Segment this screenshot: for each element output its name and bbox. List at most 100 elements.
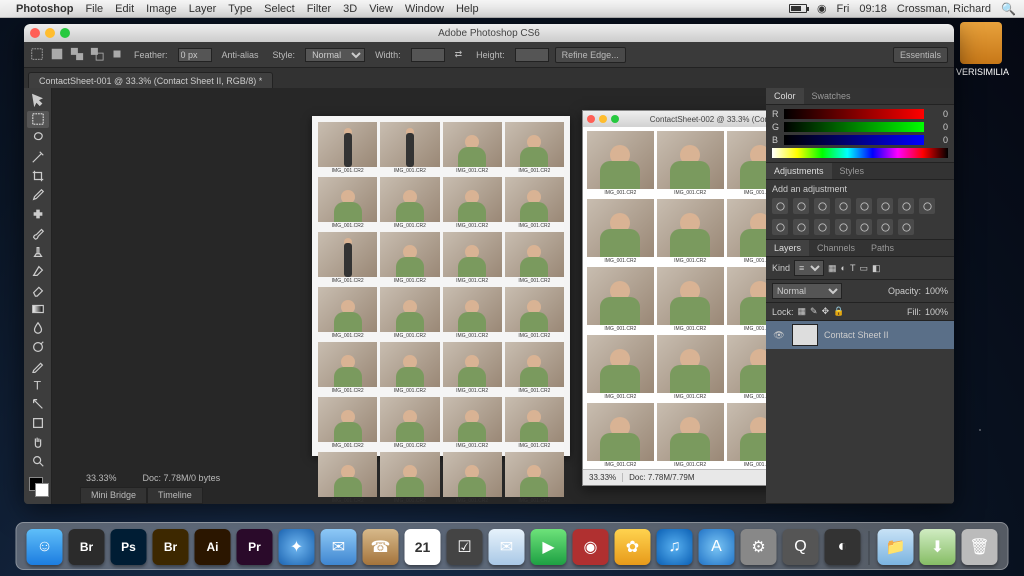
contact-sheet-thumbnail[interactable]: IMG_001.CR2 xyxy=(380,232,439,284)
dock-photoshop-icon[interactable]: Ps xyxy=(111,529,147,565)
height-input[interactable] xyxy=(515,48,549,62)
stamp-tool[interactable] xyxy=(27,244,49,261)
opacity-value[interactable]: 100% xyxy=(925,286,948,296)
adjustment-selective-icon[interactable] xyxy=(898,219,914,235)
brush-tool[interactable] xyxy=(27,225,49,242)
move-tool[interactable] xyxy=(27,92,49,109)
lock-all-icon[interactable]: 🔒 xyxy=(833,306,844,317)
contact-sheet-thumbnail[interactable]: IMG_001.CR2 xyxy=(380,342,439,394)
tab-timeline[interactable]: Timeline xyxy=(147,487,203,504)
selection-subtract-icon[interactable] xyxy=(90,47,104,63)
contact-sheet-thumbnail[interactable]: IMG_001.CR2 xyxy=(657,403,724,468)
adjustment-exposure-icon[interactable] xyxy=(835,198,851,214)
tab-mini-bridge[interactable]: Mini Bridge xyxy=(80,487,147,504)
dodge-tool[interactable] xyxy=(27,339,49,356)
refine-edge-button[interactable]: Refine Edge... xyxy=(555,47,626,63)
selection-new-icon[interactable] xyxy=(50,47,64,63)
contact-sheet-thumbnail[interactable]: IMG_001.CR2 xyxy=(380,287,439,339)
contact-sheet-thumbnail[interactable]: IMG_001.CR2 xyxy=(443,232,502,284)
contact-sheet-thumbnail[interactable]: IMG_001.CR2 xyxy=(380,122,439,174)
feather-input[interactable] xyxy=(178,48,212,62)
filter-adjust-icon[interactable]: ◐ xyxy=(841,263,846,273)
wifi-icon[interactable]: ◉ xyxy=(817,2,827,15)
menu-3d[interactable]: 3D xyxy=(343,3,357,15)
dock-safari-icon[interactable]: ✦ xyxy=(279,529,315,565)
dock-documents-icon[interactable]: 📁 xyxy=(878,529,914,565)
layer-name[interactable]: Contact Sheet II xyxy=(824,330,889,340)
battery-icon[interactable] xyxy=(789,4,807,13)
dock-trash-icon[interactable]: 🗑 xyxy=(962,529,998,565)
tab-swatches[interactable]: Swatches xyxy=(804,88,859,104)
type-tool[interactable]: T xyxy=(27,377,49,394)
history-tool[interactable] xyxy=(27,263,49,280)
floating-window-titlebar[interactable]: ContactSheet-002 @ 33.3% (Contact Sheet … xyxy=(583,111,766,127)
contact-sheet-thumbnail[interactable]: IMG_001.CR2 xyxy=(727,131,767,196)
heal-tool[interactable] xyxy=(27,206,49,223)
gradient-tool[interactable] xyxy=(27,301,49,318)
fill-value[interactable]: 100% xyxy=(925,307,948,317)
contact-sheet-thumbnail[interactable]: IMG_001.CR2 xyxy=(318,232,377,284)
workspace-switcher[interactable]: Essentials xyxy=(893,47,948,63)
adjustment-channel-mixer-icon[interactable] xyxy=(772,219,788,235)
tab-layers[interactable]: Layers xyxy=(766,240,809,256)
dock-premiere-icon[interactable]: Pr xyxy=(237,529,273,565)
lock-position-icon[interactable]: ✥ xyxy=(822,306,830,317)
contact-sheet-thumbnail[interactable]: IMG_001.CR2 xyxy=(443,287,502,339)
contact-sheet-thumbnail[interactable]: IMG_001.CR2 xyxy=(505,452,564,504)
contact-sheet-thumbnail[interactable]: IMG_001.CR2 xyxy=(505,397,564,449)
filter-smart-icon[interactable]: ◧ xyxy=(872,263,881,274)
selection-add-icon[interactable] xyxy=(70,47,84,63)
contact-sheet-thumbnail[interactable]: IMG_001.CR2 xyxy=(318,287,377,339)
contact-sheet-thumbnail[interactable]: IMG_001.CR2 xyxy=(657,199,724,264)
contact-sheet-thumbnail[interactable]: IMG_001.CR2 xyxy=(727,335,767,400)
app-menu[interactable]: Photoshop xyxy=(16,3,73,15)
layer-row[interactable]: 👁 Contact Sheet II xyxy=(766,321,954,349)
contact-sheet-thumbnail[interactable]: IMG_001.CR2 xyxy=(587,403,654,468)
adjustment-posterize-icon[interactable] xyxy=(835,219,851,235)
contact-sheet-thumbnail[interactable]: IMG_001.CR2 xyxy=(380,177,439,229)
dock-quicktime-icon[interactable]: Q xyxy=(783,529,819,565)
contact-sheet-thumbnail[interactable]: IMG_001.CR2 xyxy=(318,342,377,394)
dock-bridge2-icon[interactable]: Br xyxy=(153,529,189,565)
marquee-tool[interactable] xyxy=(27,111,49,128)
menu-type[interactable]: Type xyxy=(228,3,252,15)
contact-sheet-thumbnail[interactable]: IMG_001.CR2 xyxy=(505,287,564,339)
contact-sheet-1[interactable]: IMG_001.CR2IMG_001.CR2IMG_001.CR2IMG_001… xyxy=(312,116,570,456)
green-slider[interactable] xyxy=(784,122,924,132)
layer-thumbnail[interactable] xyxy=(792,324,818,346)
contact-sheet-thumbnail[interactable]: IMG_001.CR2 xyxy=(318,122,377,174)
close-icon[interactable] xyxy=(587,115,595,123)
style-select[interactable]: Normal xyxy=(305,48,365,62)
dock-facetime-icon[interactable]: ▶ xyxy=(531,529,567,565)
contact-sheet-thumbnail[interactable]: IMG_001.CR2 xyxy=(727,199,767,264)
dock-finder-icon[interactable]: ☺ xyxy=(27,529,63,565)
adjustment-curves-icon[interactable] xyxy=(814,198,830,214)
contact-sheet-thumbnail[interactable]: IMG_001.CR2 xyxy=(443,122,502,174)
menu-window[interactable]: Window xyxy=(405,3,444,15)
contact-sheet-thumbnail[interactable]: IMG_001.CR2 xyxy=(587,131,654,196)
document-tab[interactable]: ContactSheet-001 @ 33.3% (Contact Sheet … xyxy=(28,72,273,88)
filter-type-icon[interactable]: T xyxy=(850,263,856,273)
dock-calendar-icon[interactable]: 21 xyxy=(405,529,441,565)
zoom-level[interactable]: 33.33% xyxy=(583,473,623,482)
dock-aperture-icon[interactable]: ◐ xyxy=(825,529,861,565)
contact-sheet-thumbnail[interactable]: IMG_001.CR2 xyxy=(443,342,502,394)
adjustment-color-lookup-icon[interactable] xyxy=(793,219,809,235)
contact-sheet-thumbnail[interactable]: IMG_001.CR2 xyxy=(587,199,654,264)
hand-tool[interactable] xyxy=(27,433,49,450)
marquee-tool-icon[interactable] xyxy=(30,47,44,63)
adjustment-invert-icon[interactable] xyxy=(814,219,830,235)
zoom-tool[interactable] xyxy=(27,452,49,469)
contact-sheet-thumbnail[interactable]: IMG_001.CR2 xyxy=(443,397,502,449)
lock-pixels-icon[interactable]: ✎ xyxy=(810,306,818,317)
desktop-icon-verisimilia[interactable]: VERISIMILIA xyxy=(956,22,1006,77)
filter-image-icon[interactable]: ▦ xyxy=(828,263,837,274)
tab-styles[interactable]: Styles xyxy=(832,163,873,179)
menu-edit[interactable]: Edit xyxy=(115,3,134,15)
width-input[interactable] xyxy=(411,48,445,62)
dock-bridge-icon[interactable]: Br xyxy=(69,529,105,565)
contact-sheet-thumbnail[interactable]: IMG_001.CR2 xyxy=(505,342,564,394)
window-titlebar[interactable]: Adobe Photoshop CS6 xyxy=(24,24,954,42)
zoom-icon[interactable] xyxy=(611,115,619,123)
contact-sheet-thumbnail[interactable]: IMG_001.CR2 xyxy=(318,452,377,504)
